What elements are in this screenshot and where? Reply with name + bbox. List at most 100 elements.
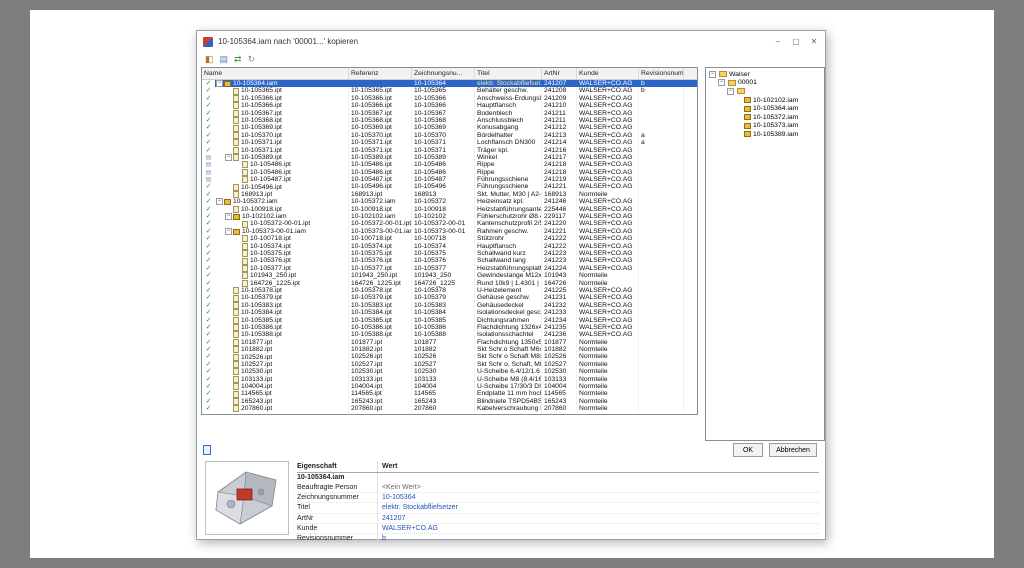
cancel-button[interactable]: Abbrechen [769,443,817,457]
tree-node[interactable]: − [706,87,824,96]
table-row[interactable]: ✓−10-105372.iam10-105372.iam10-105372Hei… [202,198,697,205]
close-button[interactable]: ✕ [805,34,823,49]
table-row[interactable]: ✓207860.ipt207860.ipt207860Kabelverschra… [202,405,697,412]
column-header-4[interactable]: ArtNr [542,68,577,79]
table-row[interactable]: ✓168913.ipt168913.ipt168913Skt. Mutter, … [202,191,697,198]
table-row[interactable]: ✓102527.ipt102527.ipt102527Skt Schr o. S… [202,361,697,368]
table-row[interactable]: ✓10-105368.ipt10-105368.ipt10-105368Ansc… [202,117,697,124]
status-cell: ✓ [202,183,215,190]
expander-icon[interactable]: − [225,213,232,220]
column-header-3[interactable]: Titel [475,68,542,79]
titel-cell: Stützrohr [475,235,542,242]
table-row[interactable]: ✓165243.ipt165243.ipt165243Blindniete TS… [202,398,697,405]
table-row[interactable]: ✓10-105374.ipt10-105374.ipt10-105374Haup… [202,243,697,250]
table-row[interactable]: ✓102526.ipt102526.ipt102526Skt Schr o Sc… [202,353,697,360]
tree-node[interactable]: 10-105364.iam [706,104,824,113]
table-row[interactable]: ✓10-105371.ipt10-105371.ipt10-105371Träg… [202,147,697,154]
tree-node[interactable]: 10-105389.iam [706,130,824,139]
expander-icon[interactable]: − [225,228,232,235]
part-icon [233,354,239,361]
expander-icon[interactable]: − [709,71,716,78]
table-row[interactable]: ✓−10-105364.iam10-105364elektr. Stockabf… [202,80,697,87]
table-row[interactable]: ✓10-105371.ipt10-105371.ipt10-105371Loch… [202,139,697,146]
status-cell: ✓ [202,191,215,198]
tree-node[interactable]: −Walser [706,70,824,79]
table-row[interactable]: ✓10-105366.ipt10-105366.ipt10-105366Haup… [202,102,697,109]
table-row[interactable]: ✓10-100718.ipt10-100718.ipt10-100718Stüt… [202,235,697,242]
part-icon [233,361,239,368]
titel-cell: Winkel [475,154,542,161]
table-row[interactable]: ✓104004.ipt104004.ipt104004U-Scheibe 17/… [202,383,697,390]
minimize-button[interactable]: – [769,34,787,49]
table-row[interactable]: ✓102530.ipt102530.ipt102530U-Scheibe 6.4… [202,368,697,375]
column-header-0[interactable]: Name [202,68,349,79]
maximize-button[interactable]: ▢ [787,34,805,49]
table-row[interactable]: ✓10-105385.ipt10-105385.ipt10-105385Dich… [202,317,697,324]
revision-cell [639,228,684,235]
table-row[interactable]: ▤−10-105389.ipt10-105389.ipt10-105389Win… [202,154,697,161]
zeichnungsnummer-cell: 10-105373-00-01 [412,228,475,235]
table-row[interactable]: ✓10-105365.ipt10-105365.ipt10-105365Behä… [202,87,697,94]
table-row[interactable]: ✓10-105370.ipt10-105370.ipt10-105370Börd… [202,132,697,139]
table-row[interactable]: ✓10-105372-00-01.ipt10-105372-00-01.ipt1… [202,220,697,227]
table-row[interactable]: ✓101943_250.ipt101943_250.ipt101943_250G… [202,272,697,279]
expander-icon[interactable]: − [718,79,725,86]
table-row[interactable]: ✓−10-105373-00-01.iam10-105373-00-01.iam… [202,228,697,235]
tree-node[interactable]: 10-105372.iam [706,113,824,122]
artnr-cell: 241212 [542,124,577,131]
table-row[interactable]: ✓10-105366.ipt10-105366.ipt10-105366Ansc… [202,95,697,102]
table-row[interactable]: ▤10-105486.ipt10-105486.ipt10-105486Ripp… [202,161,697,168]
table-row[interactable]: ✓114565.ipt114565.ipt114565Endplatte 11 … [202,390,697,397]
table-row[interactable]: ✓10-105375.ipt10-105375.ipt10-105375Scha… [202,250,697,257]
filler-cell [684,154,697,161]
expander-icon[interactable]: − [216,198,223,205]
part-icon [233,125,239,132]
copy-icon[interactable]: ◧ [205,54,214,64]
name-cell: 164726_1225.ipt [215,280,349,287]
column-header-5[interactable]: Kunde [577,68,639,79]
table-row[interactable]: ✓10-105383.ipt10-105383.ipt10-105383Gehä… [202,302,697,309]
assembly-icon [744,114,751,120]
document-page-icon[interactable] [203,445,211,455]
revision-cell [639,390,684,397]
table-row[interactable]: ✓10-105388.ipt10-105388.ipt10-105388Isol… [202,331,697,338]
column-header-2[interactable]: Zeichnungsnu... [412,68,475,79]
tree-node[interactable]: 10-105373.iam [706,122,824,131]
expander-icon[interactable]: − [225,154,232,161]
status-cell: ✓ [202,124,215,131]
link-icon[interactable]: ▤ [220,54,229,64]
table-row[interactable]: ✓10-105386.ipt10-105386.ipt10-105386Flac… [202,324,697,331]
table-row[interactable]: ✓101882.ipt101882.ipt101882Skt Schr.o Sc… [202,346,697,353]
artnr-cell: 241232 [542,302,577,309]
zeichnungsnummer-cell: 165243 [412,398,475,405]
table-row[interactable]: ✓−10-102102.iam10-102102.iam10-102102Füh… [202,213,697,220]
expander-icon[interactable]: − [727,88,734,95]
column-header-6[interactable]: Revisionsnum... [639,68,684,79]
tree-node[interactable]: 10-102102.iam [706,96,824,105]
zeichnungsnummer-cell: 10-105371 [412,147,475,154]
assembly-icon [224,81,231,87]
table-row[interactable]: ✓164726_1225.ipt164726_1225.ipt164726_12… [202,280,697,287]
table-row[interactable]: ✓10-105378.ipt10-105378.ipt10-105378U-He… [202,287,697,294]
table-row[interactable]: ✓10-105376.ipt10-105376.ipt10-105376Scha… [202,257,697,264]
table-row[interactable]: ▤10-105487.ipt10-105487.ipt10-105487Führ… [202,176,697,183]
table-row[interactable]: ✓101877.ipt101877.ipt101877Flachdichtung… [202,339,697,346]
ok-button[interactable]: OK [733,443,763,457]
expander-icon[interactable]: − [216,80,223,87]
table-row[interactable]: ✓10-105369.ipt10-105369.ipt10-105369Konu… [202,124,697,131]
table-row[interactable]: ✓103133.ipt103133.ipt103133U-Scheibe M8 … [202,376,697,383]
tree-node[interactable]: −00001 [706,79,824,88]
refresh-icon[interactable]: ↻ [248,54,256,64]
table-row[interactable]: ▤10-105486.ipt10-105486.ipt10-105486Ripp… [202,169,697,176]
column-header-1[interactable]: Referenz [349,68,412,79]
table-row[interactable]: ✓10-105377.ipt10-105377.ipt10-105377Heiz… [202,265,697,272]
artnr-cell: 241211 [542,117,577,124]
status-check-icon: ✓ [206,235,212,242]
table-row[interactable]: ✓10-105379.ipt10-105379.ipt10-105379Gehä… [202,294,697,301]
table-row[interactable]: ✓10-105496.ipt10-105496.ipt10-105496Führ… [202,183,697,190]
swap-icon[interactable]: ⇄ [234,54,242,64]
table-row[interactable]: ✓10-100918.ipt10-100918.ipt10-100918Heiz… [202,206,697,213]
table-row[interactable]: ✓10-105367.ipt10-105367.ipt10-105367Bode… [202,110,697,117]
revision-cell [639,376,684,383]
table-row[interactable]: ✓10-105384.ipt10-105384.ipt10-105384Isol… [202,309,697,316]
